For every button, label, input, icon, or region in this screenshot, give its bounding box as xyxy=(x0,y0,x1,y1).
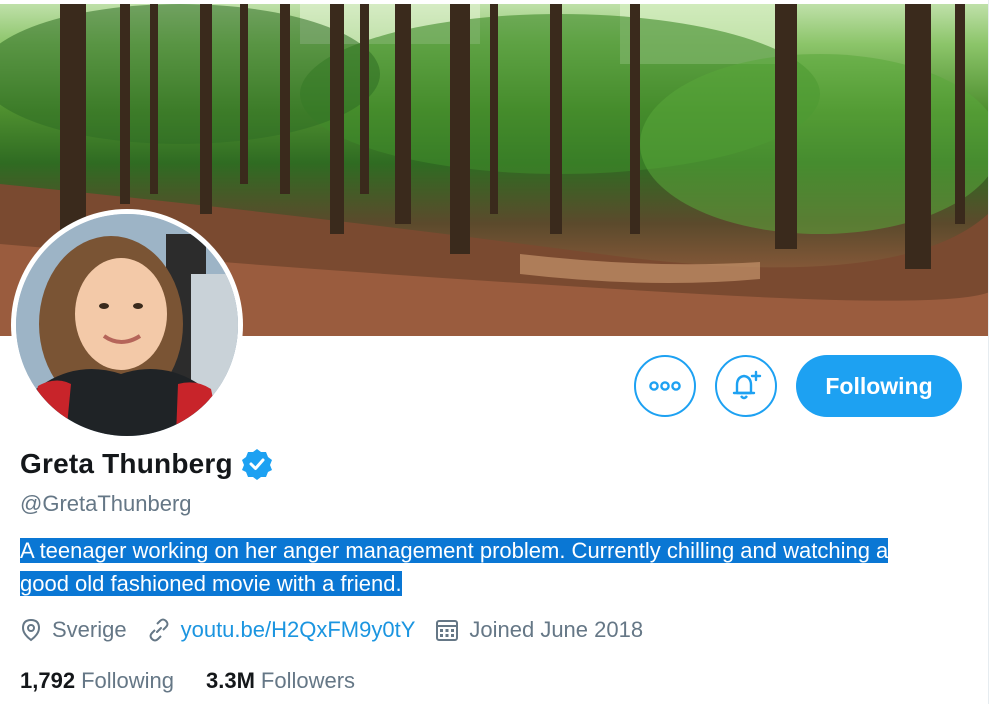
profile-name-row: Greta Thunberg xyxy=(20,448,273,480)
profile-meta: Sverige youtu.be/H2QxFM9y0tY Joined June… xyxy=(20,617,663,643)
link-icon xyxy=(149,618,169,642)
bell-plus-icon xyxy=(732,370,762,400)
following-count: 1,792 xyxy=(20,668,76,693)
following-label: Following xyxy=(81,668,174,693)
joined-text: Joined June 2018 xyxy=(469,617,644,642)
followers-stat[interactable]: 3.3M Followers xyxy=(206,668,355,694)
notifications-button[interactable] xyxy=(715,355,777,417)
following-stat[interactable]: 1,792 Following xyxy=(20,668,174,694)
verified-badge-icon xyxy=(241,448,273,480)
followers-count: 3.3M xyxy=(206,668,255,693)
following-button[interactable]: Following xyxy=(796,355,962,417)
profile-name: Greta Thunberg xyxy=(20,448,233,479)
more-horizontal-icon xyxy=(649,381,681,391)
following-button-label: Following xyxy=(825,372,933,399)
profile-joined: Joined June 2018 xyxy=(435,617,643,643)
profile-bio-text: A teenager working on her anger manageme… xyxy=(20,538,889,596)
profile-link[interactable]: youtu.be/H2QxFM9y0tY xyxy=(147,617,416,643)
profile-handle: @GretaThunberg xyxy=(20,491,192,516)
profile-location: Sverige xyxy=(20,617,127,643)
profile-avatar[interactable] xyxy=(11,209,243,441)
profile-bio: A teenager working on her anger manageme… xyxy=(20,534,900,600)
location-text: Sverige xyxy=(52,617,127,642)
calendar-icon xyxy=(436,620,459,641)
profile-stats: 1,792 Following 3.3M Followers xyxy=(20,668,387,694)
location-pin-icon xyxy=(21,618,41,642)
avatar-photo xyxy=(16,214,238,436)
website-link[interactable]: youtu.be/H2QxFM9y0tY xyxy=(181,617,416,643)
more-options-button[interactable] xyxy=(634,355,696,417)
followers-label: Followers xyxy=(260,668,356,693)
page-edge xyxy=(988,0,1000,704)
